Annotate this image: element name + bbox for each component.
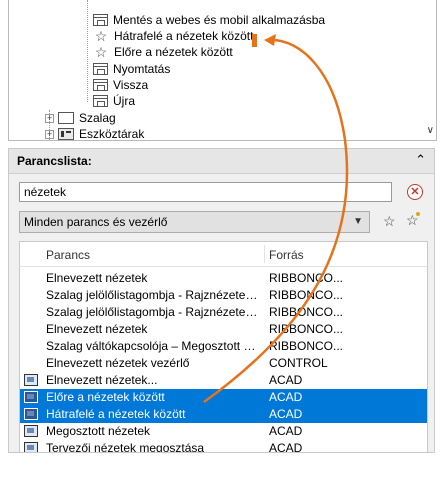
clear-search-icon[interactable]: ✕ (407, 184, 423, 200)
table-header: Parancs Forrás (20, 242, 427, 267)
tree-item-label: Előre a nézetek között (114, 45, 233, 59)
row-source: ACAD (269, 424, 303, 438)
share-design-views-icon (24, 442, 38, 452)
table-row[interactable]: Elnevezett nézetek RIBBONCO... (20, 321, 427, 338)
table-row[interactable]: Szalag váltókapcsolója – Megosztott néze… (20, 338, 427, 355)
tree-group-label: Szalag (79, 111, 116, 125)
table-row[interactable]: Elnevezett nézetek... ACAD (20, 372, 427, 389)
command-filter-select[interactable]: Minden parancs és vezérlő ▼ (19, 211, 370, 233)
table-row[interactable]: Elnevezett nézetek vezérlő CONTROL (20, 355, 427, 372)
table-row[interactable]: Elnevezett nézetek RIBBONCO... (20, 270, 427, 287)
tree-item-view-forward[interactable]: ☆ Előre a nézetek között (93, 44, 233, 60)
find-command-icon[interactable]: ☆ (383, 213, 396, 230)
toolbar-icon (58, 128, 74, 140)
row-command: Elnevezett nézetek vezérlő (46, 356, 190, 370)
table-row[interactable]: Szalag jelölőlistagombja - Rajznézetek é… (20, 304, 427, 321)
tree-item-label: Újra (113, 94, 136, 108)
row-source: RIBBONCO... (269, 322, 344, 336)
tree-item-print[interactable]: Nyomtatás (93, 61, 170, 77)
expand-icon[interactable]: + (45, 129, 54, 139)
tree-group-toolbars[interactable]: + Eszköztárak (45, 126, 145, 141)
expand-icon[interactable]: + (45, 113, 54, 123)
panel-title: Parancslista: (17, 154, 92, 168)
table-row[interactable]: Előre a nézetek között ACAD (20, 389, 427, 406)
star-icon: ☆ (94, 44, 108, 60)
column-divider[interactable] (264, 245, 265, 263)
window-icon (93, 95, 108, 107)
row-command: Elnevezett nézetek (46, 271, 148, 285)
tree-item-label: Nyomtatás (113, 62, 171, 76)
tree-item-view-back[interactable]: ☆ Hátrafelé a nézetek között (93, 28, 254, 44)
tree-item-label: Mentés a webes és mobil alkalmazásba (113, 13, 326, 27)
row-command: Elnevezett nézetek (46, 322, 148, 336)
table-row[interactable]: Szalag jelölőlistagombja - Rajznézetek k… (20, 287, 427, 304)
row-source: ACAD (269, 441, 303, 453)
search-input[interactable] (19, 182, 392, 202)
row-source: RIBBONCO... (269, 305, 344, 319)
tree-item-label: Vissza (113, 78, 149, 92)
row-command: Elnevezett nézetek... (46, 373, 158, 387)
star-icon: ☆ (94, 28, 108, 44)
row-command: Szalag jelölőlistagombja - Rajznézetek k… (46, 288, 262, 302)
tree-item-save-web-mobile[interactable]: Mentés a webes és mobil alkalmazásba (93, 12, 325, 28)
window-icon (93, 14, 108, 26)
named-views-icon (24, 374, 38, 386)
window-icon (93, 79, 108, 91)
column-header-command[interactable]: Parancs (46, 248, 90, 262)
window-icon (93, 63, 108, 75)
row-source: RIBBONCO... (269, 339, 344, 353)
tree-item-undo[interactable]: Vissza (93, 77, 148, 93)
shared-views-icon (24, 425, 38, 437)
chevron-down-icon: ▼ (353, 216, 363, 227)
row-source: RIBBONCO... (269, 288, 344, 302)
row-source: CONTROL (269, 356, 328, 370)
row-source: ACAD (269, 390, 303, 404)
row-command: Szalag váltókapcsolója – Megosztott néze… (46, 339, 262, 353)
panel-header: Parancslista: ⌃ (9, 149, 434, 174)
double-chevron-up-icon[interactable]: ⌃ (415, 152, 426, 168)
row-command: Megosztott nézetek (46, 424, 151, 438)
row-command: Előre a nézetek között (46, 390, 165, 404)
column-header-source[interactable]: Forrás (269, 248, 304, 262)
row-command: Szalag jelölőlistagombja - Rajznézetek é… (46, 305, 262, 319)
view-next-icon (24, 391, 38, 403)
table-row[interactable]: Megosztott nézetek ACAD (20, 423, 427, 440)
tree-guide-line (87, 0, 88, 102)
row-command: Hátrafelé a nézetek között (46, 407, 186, 421)
table-row[interactable]: Tervezői nézetek megosztása ACAD (20, 440, 427, 453)
row-source: RIBBONCO... (269, 271, 344, 285)
chevron-down-icon[interactable]: ∨ (427, 125, 434, 136)
view-previous-icon (24, 408, 38, 420)
tree-group-label: Eszköztárak (79, 127, 145, 141)
command-list-panel: Parancslista: ⌃ ✕ Minden parancs és vezé… (8, 148, 435, 453)
folder-icon (58, 112, 74, 124)
filter-selected-label: Minden parancs és vezérlő (24, 215, 168, 229)
customization-tree: Mentés a webes és mobil alkalmazásba ☆ H… (8, 0, 437, 141)
row-source: ACAD (269, 373, 303, 387)
table-row[interactable]: Hátrafelé a nézetek között ACAD (20, 406, 427, 423)
tree-item-label: Hátrafelé a nézetek között (114, 29, 254, 43)
new-command-icon[interactable]: ☆ (406, 212, 420, 229)
tree-group-ribbon[interactable]: + Szalag (45, 110, 116, 126)
row-source: ACAD (269, 407, 303, 421)
tree-item-redo[interactable]: Újra (93, 93, 135, 109)
command-table: Parancs Forrás Elnevezett nézetek RIBBONC… (19, 241, 428, 453)
row-command: Tervezői nézetek megosztása (46, 441, 205, 453)
